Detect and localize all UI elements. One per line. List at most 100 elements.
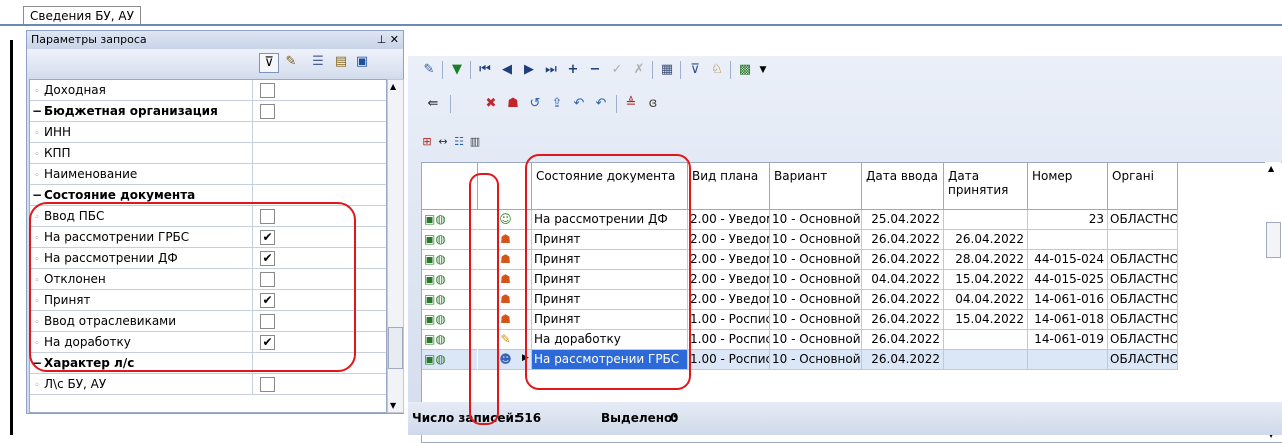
param-row[interactable]: ◦ Доходная <box>30 80 386 101</box>
cell-org[interactable] <box>1108 230 1178 250</box>
column-header-date_in[interactable]: Дата ввода <box>862 163 944 210</box>
confirm-icon[interactable]: ✓ <box>608 61 626 79</box>
column-header-org[interactable]: Органі <box>1108 163 1178 210</box>
glasses-icon[interactable]: ɞ <box>644 95 662 113</box>
column-header-date_acc[interactable]: Дата принятия <box>944 163 1028 210</box>
scroll-down-icon[interactable]: ▼ <box>390 401 396 410</box>
prev-record-icon[interactable]: ◀ <box>498 61 516 79</box>
dropdown-arrow-icon[interactable]: ▼ <box>754 61 772 79</box>
grid-vertical-scrollbar[interactable]: ▲ ▼ <box>1265 162 1281 441</box>
edit-icon[interactable]: ✎ <box>420 61 438 79</box>
send-icon[interactable]: ⇪ <box>548 95 566 113</box>
cell-date_acc[interactable] <box>944 330 1028 350</box>
cell-date_acc[interactable]: 28.04.2022 <box>944 250 1028 270</box>
cell-number[interactable]: 14-061-018 <box>1028 310 1108 330</box>
param-row[interactable]: − Бюджетная организация <box>30 101 386 122</box>
return-icon[interactable]: ↶ <box>570 95 588 113</box>
export-icon[interactable]: ▩ <box>736 61 754 79</box>
cell-plan[interactable]: 1.00 - Роспис <box>688 350 770 370</box>
tab-svedeniya[interactable]: Сведения БУ, АУ <box>23 6 141 25</box>
brush-icon[interactable]: ✎ <box>282 53 300 71</box>
cell-org[interactable]: ОБЛАСТНОЕ <box>1108 250 1178 270</box>
param-row[interactable]: ◦ Наименование <box>30 164 386 185</box>
cell-date_in[interactable]: 04.04.2022 <box>862 270 944 290</box>
column-header-number[interactable]: Номер <box>1028 163 1108 210</box>
pin-close-icon[interactable]: ⊥ ✕ <box>373 31 399 49</box>
cell-date_acc[interactable] <box>944 210 1028 230</box>
cell-number[interactable]: 14-061-016 <box>1028 290 1108 310</box>
tree-icon[interactable]: ⇚ <box>424 95 442 113</box>
cell-variant[interactable]: 10 - Основной <box>770 250 862 270</box>
column-chooser-icon[interactable]: ▥ <box>466 133 484 151</box>
cell-plan[interactable]: 2.00 - Уведом <box>688 210 770 230</box>
last-record-icon[interactable]: ⏭ <box>542 61 560 79</box>
column-header-plan[interactable]: Вид плана <box>688 163 770 210</box>
filter-apply-icon[interactable]: ▼ <box>448 61 466 79</box>
filter-icon-2[interactable]: ⊽ <box>686 61 704 79</box>
open-folder-icon[interactable]: ▤ <box>332 53 350 71</box>
param-row[interactable]: ◦ КПП <box>30 143 386 164</box>
delete-record-icon[interactable]: − <box>586 61 604 79</box>
reject-icon[interactable]: ✖ <box>482 95 500 113</box>
grid-scroll-thumb[interactable] <box>1266 222 1281 258</box>
param-row[interactable]: ◦ ИНН <box>30 122 386 143</box>
cell-date_in[interactable]: 26.04.2022 <box>862 230 944 250</box>
param-checkbox[interactable] <box>260 104 275 119</box>
cell-number[interactable] <box>1028 230 1108 250</box>
cell-number[interactable]: 44-015-025 <box>1028 270 1108 290</box>
cell-variant[interactable]: 10 - Основной <box>770 310 862 330</box>
cell-org[interactable]: ОБЛАСТНОЕ <box>1108 350 1178 370</box>
cell-variant[interactable]: 10 - Основной <box>770 230 862 250</box>
sort-icon[interactable]: ≜ <box>622 95 640 113</box>
list-icon[interactable]: ☰ <box>309 53 327 71</box>
cell-date_in[interactable]: 26.04.2022 <box>862 350 944 370</box>
cell-org[interactable]: ОБЛАСТНОЕ <box>1108 330 1178 350</box>
cell-date_acc[interactable]: 15.04.2022 <box>944 310 1028 330</box>
cell-org[interactable]: ОБЛАСТНОЕ <box>1108 290 1178 310</box>
calculator-icon[interactable]: ▦ <box>658 61 676 79</box>
cell-plan[interactable]: 2.00 - Уведом <box>688 250 770 270</box>
column-header-variant[interactable]: Вариант <box>770 163 862 210</box>
cell-date_in[interactable]: 26.04.2022 <box>862 250 944 270</box>
cell-org[interactable]: ОБЛАСТНОЕ <box>1108 310 1178 330</box>
cell-number[interactable] <box>1028 350 1108 370</box>
cell-date_in[interactable]: 26.04.2022 <box>862 330 944 350</box>
undo-icon[interactable]: ↺ <box>526 95 544 113</box>
cell-date_acc[interactable]: 04.04.2022 <box>944 290 1028 310</box>
cell-variant[interactable]: 10 - Основной <box>770 270 862 290</box>
cell-date_acc[interactable]: 26.04.2022 <box>944 230 1028 250</box>
cell-plan[interactable]: 2.00 - Уведом <box>688 270 770 290</box>
cell-org[interactable]: ОБЛАСТНОЕ <box>1108 270 1178 290</box>
add-record-icon[interactable]: + <box>564 61 582 79</box>
cell-variant[interactable]: 10 - Основной <box>770 290 862 310</box>
cell-variant[interactable]: 10 - Основной <box>770 210 862 230</box>
cell-date_in[interactable]: 26.04.2022 <box>862 310 944 330</box>
cell-variant[interactable]: 10 - Основной <box>770 330 862 350</box>
param-row[interactable]: ◦ Л\с БУ, АУ <box>30 374 386 395</box>
cell-org[interactable]: ОБЛАСТНОЕ <box>1108 210 1178 230</box>
first-record-icon[interactable]: ⏮ <box>476 61 494 79</box>
cell-plan[interactable]: 2.00 - Уведом <box>688 230 770 250</box>
cancel-icon[interactable]: ✗ <box>630 61 648 79</box>
save-icon[interactable]: ▣ <box>353 53 371 71</box>
cell-plan[interactable]: 2.00 - Уведом <box>688 290 770 310</box>
cell-number[interactable]: 44-015-024 <box>1028 250 1108 270</box>
accept-person-icon[interactable]: ☗ <box>504 95 522 113</box>
cell-date_in[interactable]: 26.04.2022 <box>862 290 944 310</box>
cell-plan[interactable]: 1.00 - Роспис <box>688 310 770 330</box>
cell-plan[interactable]: 1.00 - Роспис <box>688 330 770 350</box>
cell-number[interactable]: 14-061-019 <box>1028 330 1108 350</box>
parameters-scroll-thumb[interactable] <box>388 327 403 369</box>
cell-date_in[interactable]: 25.04.2022 <box>862 210 944 230</box>
cell-variant[interactable]: 10 - Основной <box>770 350 862 370</box>
collapse-icon[interactable]: − <box>30 101 44 121</box>
search-binoculars-icon[interactable]: ♘ <box>708 61 726 79</box>
grid-scroll-up-icon[interactable]: ▲ <box>1268 164 1274 173</box>
cell-date_acc[interactable] <box>944 350 1028 370</box>
cell-number[interactable]: 23 <box>1028 210 1108 230</box>
cell-date_acc[interactable]: 15.04.2022 <box>944 270 1028 290</box>
param-checkbox[interactable] <box>260 83 275 98</box>
next-record-icon[interactable]: ▶ <box>520 61 538 79</box>
return-all-icon[interactable]: ↶ <box>592 95 610 113</box>
scroll-up-icon[interactable]: ▲ <box>390 82 396 91</box>
